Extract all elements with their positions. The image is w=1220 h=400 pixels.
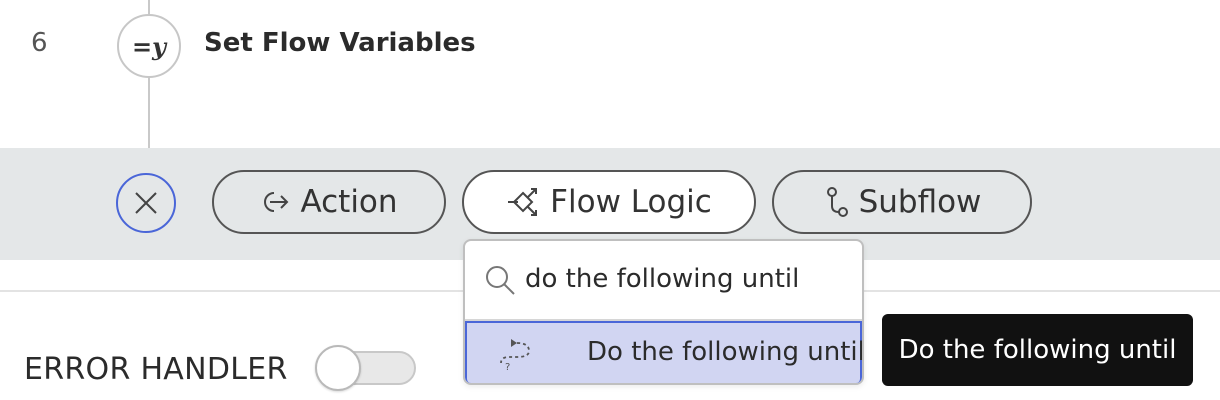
action-button-label: Action xyxy=(300,184,398,220)
close-icon xyxy=(135,192,157,214)
step-number: 6 xyxy=(31,28,48,58)
search-icon xyxy=(486,266,515,295)
step-icon-text: =y xyxy=(131,31,167,61)
loop-icon: ? xyxy=(500,339,530,371)
flow-logic-button-label: Flow Logic xyxy=(550,184,712,220)
action-button[interactable]: Action xyxy=(212,170,446,234)
flow-logic-button[interactable]: Flow Logic xyxy=(462,170,756,234)
error-handler-toggle-knob[interactable] xyxy=(315,345,361,391)
dropdown-search-row xyxy=(465,241,862,321)
result-item-do-the-following-until[interactable]: ? Do the following until xyxy=(465,321,864,383)
error-handler-label: ERROR HANDLER xyxy=(24,352,288,387)
flow-logic-dropdown: ? Do the following until xyxy=(463,239,864,385)
subflow-button[interactable]: Subflow xyxy=(772,170,1032,234)
tooltip: Do the following until xyxy=(882,314,1193,386)
result-item-label: Do the following until xyxy=(587,337,864,367)
close-button[interactable] xyxy=(116,173,176,233)
step-title[interactable]: Set Flow Variables xyxy=(204,28,476,58)
subflow-icon xyxy=(826,187,848,217)
flow-designer-canvas: 6 =y Set Flow Variables Action Flow Logi… xyxy=(0,0,1220,400)
set-variables-icon: =y xyxy=(117,14,181,78)
svg-text:?: ? xyxy=(505,362,510,371)
action-arrow-icon xyxy=(264,192,289,212)
tooltip-text: Do the following until xyxy=(898,335,1177,365)
flow-logic-icon xyxy=(508,188,538,216)
search-input[interactable] xyxy=(525,259,845,299)
subflow-button-label: Subflow xyxy=(858,184,982,220)
